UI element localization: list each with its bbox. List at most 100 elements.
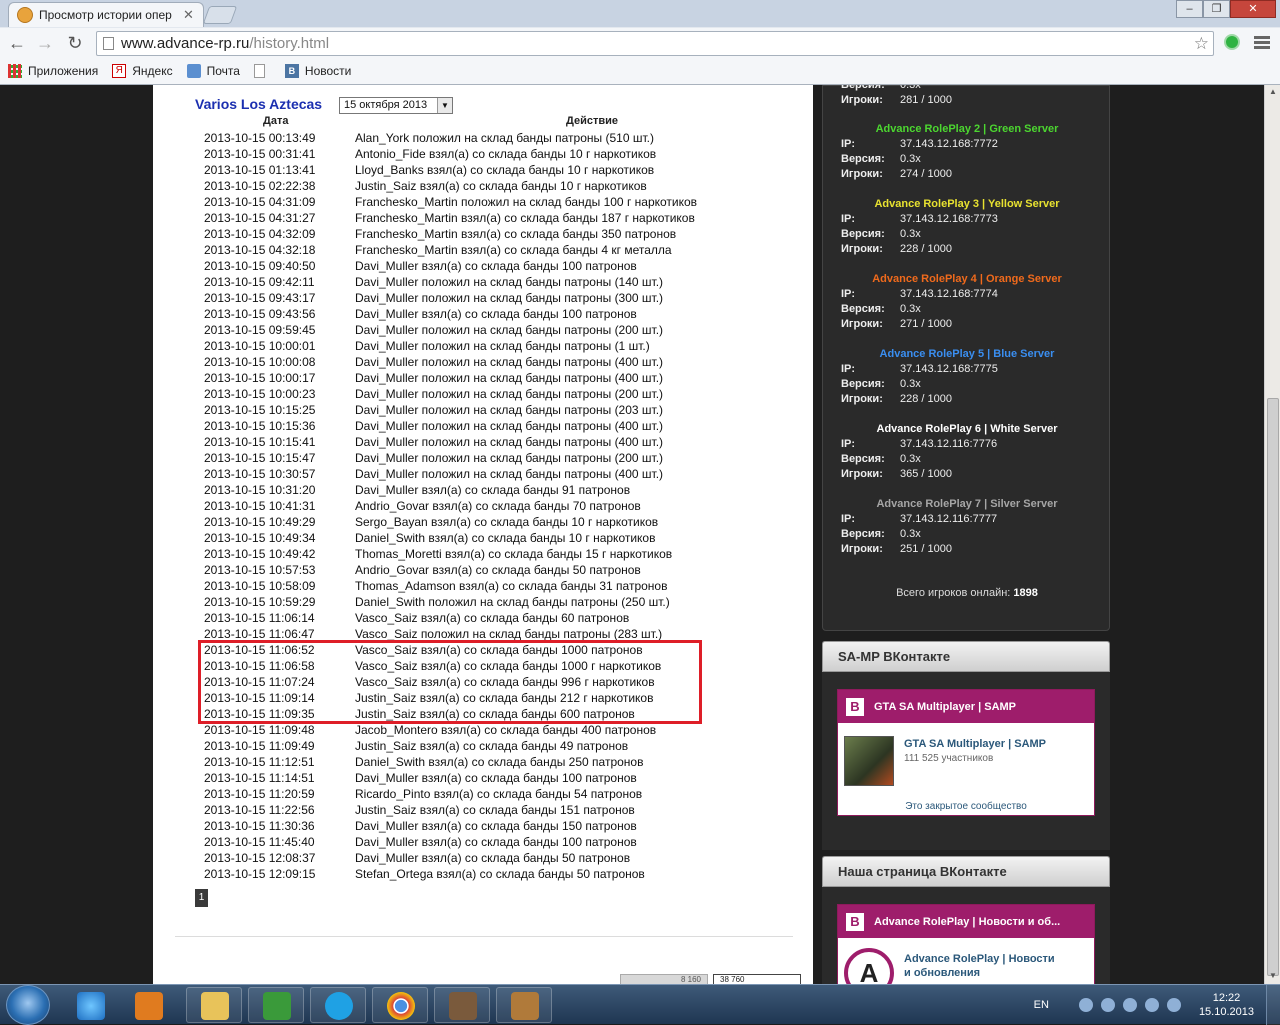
gta2-icon [511,992,539,1020]
row-action: Davi_Muller положил на склад банды патро… [355,451,664,465]
server-field-label: Версия: [841,378,885,390]
start-button[interactable] [6,985,50,1025]
folder-icon [201,992,229,1020]
row-date: 2013-10-15 10:41:31 [204,499,316,513]
skype-taskbar-button[interactable] [310,987,366,1023]
table-row: 2013-10-15 09:59:45 Davi_Muller положил н… [204,322,755,338]
vk-card-header[interactable]: В Advance RolePlay | Новости и об... [838,905,1094,938]
chevron-down-icon[interactable]: ▼ [437,98,452,113]
row-date: 2013-10-15 04:31:27 [204,211,316,225]
close-window-button[interactable]: ✕ [1230,0,1276,18]
server-field-label: Игроки: [841,318,883,330]
scroll-thumb[interactable] [1267,398,1279,976]
minimize-button[interactable]: – [1176,0,1203,18]
back-arrow-icon[interactable]: ← [6,33,28,53]
table-row: 2013-10-15 11:09:49 Justin_Saiz взял(а) с… [204,738,755,754]
group-name-link[interactable]: Advance RolePlay | Новости и обновления [904,952,1055,980]
tray-app-icon[interactable] [1166,998,1181,1012]
network-icon[interactable] [1100,998,1115,1012]
group-avatar[interactable] [844,736,894,786]
tray-arrow-icon[interactable] [1078,998,1093,1012]
vk-card-header[interactable]: В GTA SA Multiplayer | SAMP [838,690,1094,723]
samp2-taskbar-button[interactable] [496,987,552,1023]
vertical-scrollbar[interactable]: ▲ ▼ [1264,85,1280,985]
language-indicator[interactable]: EN [1034,999,1049,1011]
server-field-label: Версия: [841,153,885,165]
bookmark-star-icon[interactable]: ☆ [1194,32,1209,55]
server-players-row: Игроки: 281 / 1000 [841,94,952,106]
row-date: 2013-10-15 10:30:57 [204,467,316,481]
table-row: 2013-10-15 10:00:23 Davi_Muller положил н… [204,386,755,402]
mail-icon [186,64,201,78]
reload-icon[interactable]: ↻ [64,33,86,53]
row-action: Davi_Muller взял(а) со склада банды 50 п… [355,851,631,865]
row-action: Ricardo_Pinto взял(а) со склада банды 54… [355,787,643,801]
scroll-down-icon[interactable]: ▼ [1267,971,1279,983]
table-row: 2013-10-15 11:22:56 Justin_Saiz взял(а) с… [204,802,755,818]
page-number-button[interactable]: 1 [195,889,208,907]
vk-card[interactable]: В Advance RolePlay | Новости и об... A A… [837,904,1095,985]
advance-logo-icon[interactable]: A [844,948,894,985]
server-name[interactable]: Advance RolePlay 4 | Orange Server [823,272,1111,287]
history-table: 2013-10-15 00:13:49 Alan_York положил на … [204,130,755,882]
volume-icon[interactable] [1144,998,1159,1012]
server-name[interactable]: Advance RolePlay 6 | White Server [823,422,1111,437]
explorer-taskbar-button[interactable] [186,987,242,1023]
scroll-up-icon[interactable]: ▲ [1267,87,1279,99]
bookmark-yandex[interactable]: Я Яндекс [112,64,173,78]
flag-icon[interactable] [1122,998,1137,1012]
server-players-row: Игроки: 251 / 1000 [823,542,1111,557]
server-name[interactable]: Advance RolePlay 5 | Blue Server [823,347,1111,362]
app-taskbar-button[interactable] [248,987,304,1023]
bookmark-news[interactable]: В Новости [284,64,351,78]
server-name[interactable]: Advance RolePlay 7 | Silver Server [823,497,1111,512]
group-name-link[interactable]: GTA SA Multiplayer | SAMP [904,737,1046,751]
closed-community-link[interactable]: Это закрытое сообщество [838,801,1094,812]
samp-taskbar-button[interactable] [434,987,490,1023]
server-name[interactable]: Advance RolePlay 3 | Yellow Server [823,197,1111,212]
tab-close-icon[interactable]: ✕ [183,7,197,23]
extension-icon[interactable] [1224,34,1240,50]
address-bar[interactable]: www.advance-rp.ru/history.html ☆ [96,31,1214,56]
table-row: 2013-10-15 00:13:49 Alan_York положил на … [204,130,755,146]
vk-card[interactable]: В GTA SA Multiplayer | SAMP GTA SA Multi… [837,689,1095,816]
row-action: Davi_Muller положил на склад банды патро… [355,339,650,353]
restore-button[interactable]: ❐ [1203,0,1230,18]
table-row: 2013-10-15 10:57:53 Andrio_Govar взял(а) … [204,562,755,578]
clock[interactable]: 12:22 15.10.2013 [1199,991,1254,1019]
clock-time: 12:22 [1212,992,1241,1004]
row-action: Thomas_Adamson взял(а) со склада банды 3… [355,579,668,593]
menu-icon[interactable] [1254,34,1270,52]
row-action: Davi_Muller взял(а) со склада банды 100 … [355,259,637,273]
row-action: Antonio_Fide взял(а) со склада банды 10 … [355,147,657,161]
widget-title: SA-MP ВКонтакте [822,641,1110,672]
table-row: 2013-10-15 04:32:18 Franchesko_Martin взя… [204,242,755,258]
bookmark-mail[interactable]: Почта [186,64,240,78]
row-date: 2013-10-15 04:32:18 [204,243,316,257]
server-field-value: 0.3x [900,303,921,315]
column-header-action: Действие [566,115,618,127]
bookmark-apps[interactable]: Приложения [8,64,98,78]
server-version-row: Версия: 0.3x [823,152,1111,167]
media-taskbar-button[interactable] [120,987,176,1023]
skype-icon [325,992,353,1020]
bookmark-page[interactable] [253,64,271,78]
show-desktop-button[interactable] [1266,985,1280,1025]
server-field-label: Игроки: [841,543,883,555]
table-row: 2013-10-15 10:49:42 Thomas_Moretti взял(а… [204,546,755,562]
ie-taskbar-button[interactable] [62,987,118,1023]
row-action: Justin_Saiz взял(а) со склада банды 151 … [355,803,635,817]
chrome-taskbar-button[interactable] [372,987,428,1023]
server-field-label: Версия: [841,228,885,240]
browser-toolbar: ← → ↻ www.advance-rp.ru/history.html ☆ [0,28,1280,58]
server-field-value: 251 / 1000 [900,543,952,555]
server-name[interactable]: Advance RolePlay 2 | Green Server [823,122,1111,137]
table-row: 2013-10-15 10:00:17 Davi_Muller положил н… [204,370,755,386]
browser-tab[interactable]: Просмотр истории опер ✕ [8,2,204,27]
row-date: 2013-10-15 09:43:17 [204,291,316,305]
date-select[interactable]: 15 октября 2013 ▼ [339,97,453,114]
forward-arrow-icon[interactable]: → [34,33,56,53]
row-date: 2013-10-15 10:49:42 [204,547,316,561]
new-tab-button[interactable] [202,6,238,24]
vk-widget-advance: Наша страница ВКонтакте В Advance RolePl… [822,856,1110,985]
